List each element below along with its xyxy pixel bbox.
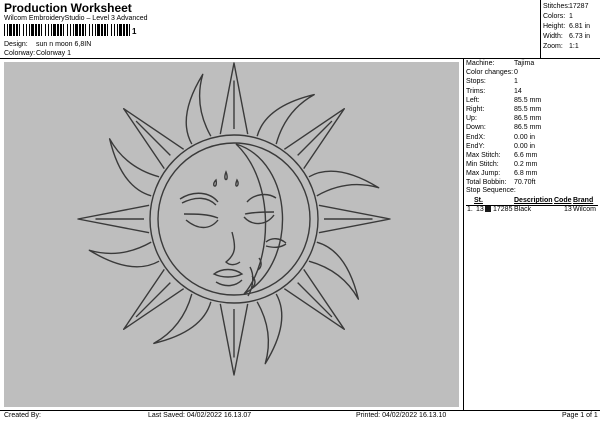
design-row: Design: sun n moon 6,8IN: [4, 41, 91, 48]
col-code: Code: [554, 197, 572, 204]
stat-row: Width: 6.73 in: [543, 33, 591, 40]
detail-row: Color changes: 0: [466, 69, 518, 77]
details-panel: Machine: Tajima Color changes: 0 Stops: 1 T…: [466, 59, 541, 188]
footer-divider: [0, 410, 600, 411]
sun-rays: [77, 62, 391, 376]
stats-divider: [540, 0, 541, 58]
stat-row: Colors: 1: [543, 13, 573, 20]
stop-table-header: St. Description Code Brand: [466, 196, 598, 205]
colorway-value: Colorway 1: [36, 50, 72, 57]
col-brand: Brand: [573, 197, 594, 204]
detail-row: Trims: 14: [466, 87, 522, 95]
detail-row: Machine: Tajima: [466, 60, 535, 67]
detail-row: EndY: 0.00 in: [466, 142, 536, 150]
color-swatch: [485, 206, 491, 212]
sun-moon-artwork: [77, 62, 391, 376]
detail-row: EndX: 0.00 in: [466, 133, 536, 141]
col-description: Description: [514, 197, 553, 204]
colorway-label: Colorway:: [4, 50, 36, 57]
sun-face: [149, 134, 319, 304]
page-title: Production Worksheet: [4, 1, 132, 15]
stat-row: Height: 6.81 in: [543, 23, 591, 30]
colorway-row: Colorway: Colorway 1: [4, 50, 71, 57]
panel-divider: [463, 58, 464, 410]
created-by: Created By:: [4, 412, 41, 419]
detail-row: Up: 86.5 mm: [466, 115, 542, 123]
detail-row: Stops: 1: [466, 78, 518, 86]
detail-row: Min Stitch: 0.2 mm: [466, 161, 538, 169]
design-preview: [4, 62, 459, 407]
col-st: St.: [474, 197, 483, 204]
stat-row: Zoom: 1:1: [543, 43, 579, 50]
detail-row: Max Jump: 6.8 mm: [466, 170, 538, 178]
detail-row: Left: 85.5 mm: [466, 96, 542, 104]
table-row: 1. 13 17285 Black 13 Wilcom: [467, 206, 596, 213]
printed-date: Printed: 04/02/2022 16.13.10: [356, 412, 447, 419]
design-label: Design:: [4, 41, 28, 48]
stat-row: Stitches: 17287: [543, 3, 589, 10]
barcode: [4, 24, 130, 36]
last-saved: Last Saved: 04/02/2022 16.13.07: [148, 412, 252, 419]
detail-row: Right: 85.5 mm: [466, 105, 542, 113]
barcode-number: 1: [132, 27, 137, 36]
design-value: sun n moon 6,8IN: [36, 41, 92, 48]
page-number: Page 1 of 1: [562, 412, 598, 419]
software-subtitle: Wilcom EmbroideryStudio – Level 3 Advanc…: [4, 15, 148, 22]
detail-row: Down: 86.5 mm: [466, 124, 542, 132]
detail-row: Max Stitch: 6.6 mm: [466, 151, 538, 159]
stats-panel: Stitches: 17287 Colors: 1 Height: 6.81 in W…: [543, 2, 590, 52]
stop-sequence-title: Stop Sequence:: [466, 187, 516, 194]
